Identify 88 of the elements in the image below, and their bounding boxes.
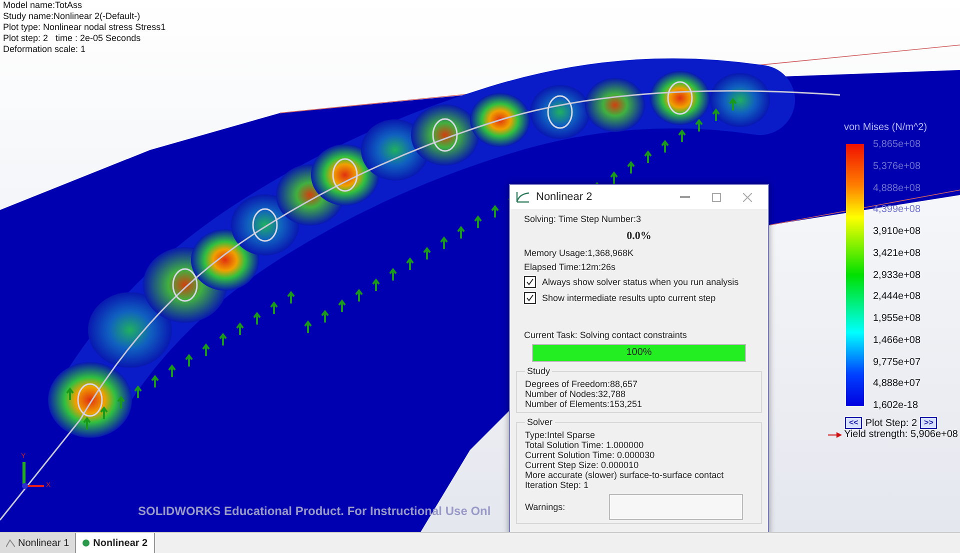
load-arrow <box>695 118 703 132</box>
checkbox-label: Always show solver status when you run analysis <box>542 277 739 287</box>
info-text: Number of Nodes:32,788 <box>525 389 627 399</box>
next-step-button[interactable]: >> <box>920 417 938 429</box>
load-arrow <box>304 320 312 334</box>
plot-info-text: Plot step: 2 time : 2e-05 Seconds <box>3 33 142 44</box>
load-arrow <box>440 236 448 250</box>
load-arrow <box>372 278 380 292</box>
legend-value: 4,399e+08 <box>873 204 921 216</box>
load-arrow <box>712 108 720 122</box>
legend-value: 4,888e+07 <box>873 378 921 390</box>
yield-strength-label: Yield strength: 5,906e+08 <box>844 429 958 440</box>
study-tab[interactable]: Nonlinear 1 <box>0 533 76 553</box>
plot-step-label: Plot Step: 2 <box>865 418 918 428</box>
study-tab[interactable]: Nonlinear 2 <box>76 533 155 553</box>
load-arrow <box>406 257 414 271</box>
legend-value: 3,421e+08 <box>873 248 921 259</box>
load-arrow <box>253 312 261 326</box>
load-arrow <box>729 98 737 112</box>
info-text: Type:Intel Sparse <box>525 430 596 440</box>
plot-info-text: Model name:TotAss <box>3 0 84 11</box>
load-arrow <box>355 288 363 302</box>
checkbox-label: Show intermediate results upto current step <box>542 293 716 303</box>
load-arrow <box>270 301 278 315</box>
load-arrow <box>491 204 499 218</box>
group-title: Solver <box>526 417 554 427</box>
axis-triad-icon <box>22 462 44 489</box>
legend-value: 5,865e+08 <box>873 139 921 150</box>
plot-info-text: Deformation scale: 1 <box>3 44 87 55</box>
load-arrow <box>457 226 465 240</box>
info-text: Iteration Step: 1 <box>525 480 590 490</box>
group-title: Study <box>526 366 552 376</box>
elapsed-time: Elapsed Time:12m:26s <box>524 262 617 272</box>
load-arrow <box>168 364 176 378</box>
solver-status: Solving: Time Step Number:3 <box>524 214 642 224</box>
checkbox[interactable] <box>524 276 536 288</box>
load-arrow <box>661 140 669 154</box>
load-arrow <box>423 246 431 260</box>
load-arrow <box>287 290 295 304</box>
info-text: Number of Elements:153,251 <box>525 399 644 409</box>
legend-value: 2,444e+08 <box>873 291 921 302</box>
load-arrow <box>627 160 635 174</box>
legend-value: 1,602e-18 <box>873 400 920 411</box>
progress-text: 100% <box>625 347 653 358</box>
arrow-icon <box>828 430 842 438</box>
load-arrow <box>236 322 244 336</box>
legend-value: 3,910e+08 <box>873 226 921 237</box>
load-arrow <box>202 343 210 357</box>
percent-text: 0.0% <box>626 230 652 242</box>
load-arrow <box>185 354 193 368</box>
load-arrow <box>644 150 652 164</box>
study-icon <box>6 539 15 548</box>
info-text: Degrees of Freedom:88,657 <box>525 379 639 389</box>
dialog-title: Nonlinear 2 <box>536 191 594 203</box>
current-task: Current Task: Solving contact constraints <box>524 330 688 340</box>
load-arrow <box>321 310 329 324</box>
legend-value: 1,955e+08 <box>873 313 921 324</box>
minimize-icon[interactable] <box>680 196 690 198</box>
warnings-label: Warnings: <box>525 502 566 512</box>
legend-value: 1,466e+08 <box>873 334 921 346</box>
info-text: Total Solution Time: 1.000000 <box>525 440 645 450</box>
load-arrow <box>678 129 686 143</box>
legend-value: 9,775e+07 <box>873 356 921 368</box>
load-arrow <box>151 374 159 388</box>
load-arrow <box>610 171 618 185</box>
load-arrow <box>66 387 74 401</box>
load-arrow <box>474 215 482 229</box>
plot-info-text: Plot type: Nonlinear nodal stress Stress1 <box>3 22 167 33</box>
load-arrow <box>100 406 108 420</box>
previous-step-button[interactable]: << <box>845 417 862 429</box>
checkbox[interactable] <box>524 292 536 304</box>
load-arrow <box>338 299 346 313</box>
curve-icon <box>516 191 530 203</box>
load-arrow <box>219 332 227 346</box>
info-text: More accurate (slower) surface-to-surface contact <box>525 470 725 480</box>
study-status-icon <box>82 539 90 548</box>
load-arrow <box>134 385 142 399</box>
info-text: Current Solution Time: 0.000030 <box>525 450 656 460</box>
legend-value: 5,376e+08 <box>873 160 921 172</box>
memory-usage: Memory Usage:1,368,968K <box>524 248 635 258</box>
load-arrow <box>389 268 397 282</box>
legend-title: von Mises (N/m^2) <box>844 122 928 135</box>
legend-value: 4,888e+08 <box>873 182 921 194</box>
info-text: Current Step Size: 0.000010 <box>525 460 640 470</box>
load-arrow <box>83 416 91 430</box>
legend-value: 2,933e+08 <box>873 270 921 280</box>
load-arrow <box>117 396 125 410</box>
plot-info-text: Study name:Nonlinear 2(-Default-) <box>3 11 142 22</box>
